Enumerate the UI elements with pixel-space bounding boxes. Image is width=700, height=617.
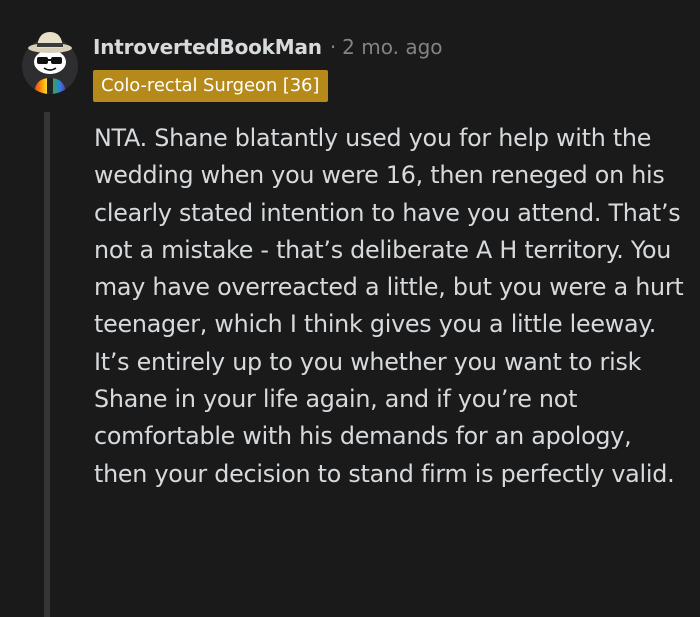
- username-link[interactable]: IntrovertedBookMan: [93, 35, 322, 59]
- timestamp-link[interactable]: 2 mo. ago: [342, 35, 442, 59]
- thread-collapse-line[interactable]: [44, 112, 50, 617]
- comment-body: NTA. Shane blatantly used you for help w…: [94, 120, 686, 493]
- user-flair-badge: Colo-rectal Surgeon [36]: [93, 70, 329, 102]
- user-avatar[interactable]: [20, 20, 80, 96]
- meta-separator: ·: [329, 35, 337, 59]
- comment-body-paragraph: NTA. Shane blatantly used you for help w…: [94, 124, 684, 488]
- comment-meta: IntrovertedBookMan · 2 mo. ago: [93, 31, 443, 63]
- comment: IntrovertedBookMan · 2 mo. ago Colo-rect…: [0, 0, 700, 617]
- snoo-avatar-icon: [22, 32, 78, 94]
